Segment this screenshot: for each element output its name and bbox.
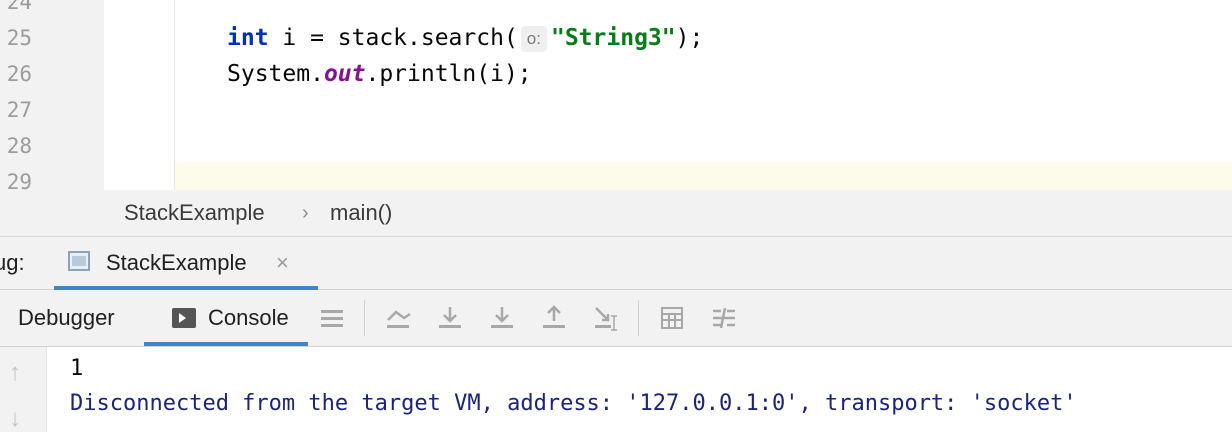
keyword-int: int [227, 25, 269, 51]
step-out-icon[interactable] [540, 304, 568, 332]
console-line: Disconnected from the target VM, address… [70, 391, 1077, 416]
tab-stackexample-session[interactable]: StackExample × [54, 237, 318, 290]
parameter-hint: o: [520, 26, 547, 52]
show-execution-point-icon[interactable] [384, 304, 412, 332]
step-over-icon[interactable] [436, 304, 464, 332]
string-literal: "String3" [550, 25, 676, 51]
code-line-26[interactable]: System.out.println(i); [227, 56, 532, 92]
evaluate-expression-icon[interactable] [658, 304, 686, 332]
breadcrumb-class[interactable]: StackExample [124, 190, 265, 236]
breadcrumb-method[interactable]: main() [330, 190, 392, 236]
editor-gutter[interactable]: 24 25 26 27 28 29 [0, 0, 104, 190]
code-text: System. [227, 61, 324, 87]
scroll-down-icon[interactable]: ↓ [9, 405, 21, 433]
selected-tab-indicator [144, 342, 308, 346]
fold-area [104, 0, 175, 190]
line-number: 28 [6, 134, 32, 158]
run-to-cursor-icon[interactable] [592, 304, 620, 332]
console-gutter: ↑ ↓ [0, 347, 47, 432]
menu-icon[interactable] [318, 304, 346, 332]
toolbar-separator [638, 300, 639, 336]
line-number: 27 [6, 98, 32, 122]
console-icon [172, 308, 196, 328]
breadcrumb-separator-icon: › [302, 202, 309, 224]
tab-console[interactable]: Console [208, 290, 289, 346]
code-line-25[interactable]: int i = stack.search(o: "String3"); [227, 20, 703, 56]
console-output[interactable]: ↑ ↓ 1 Disconnected from the target VM, a… [0, 347, 1232, 432]
code-text: i = stack.search( [268, 25, 518, 51]
code-text: .println(i); [365, 61, 532, 87]
breadcrumb: StackExample › main() [0, 190, 1232, 237]
debug-tool-window-label: ug: [0, 250, 25, 275]
code-editor[interactable]: 24 25 26 27 28 29 int i = stack.search(o… [0, 0, 1232, 190]
console-line: 1 [70, 356, 84, 381]
debug-session-icon [68, 251, 90, 271]
tab-debugger[interactable]: Debugger [18, 290, 115, 346]
toolbar-separator [364, 300, 365, 336]
trace-current-stream-icon[interactable] [710, 304, 738, 332]
close-icon[interactable]: × [276, 237, 289, 289]
current-line-highlight [104, 162, 1232, 190]
debug-tab-strip: ug: StackExample × [0, 237, 1232, 290]
code-text: ); [675, 25, 704, 51]
debugger-toolbar: Debugger Console [0, 290, 1232, 347]
line-number: 25 [6, 26, 32, 50]
session-tab-label: StackExample [106, 250, 247, 275]
step-into-icon[interactable] [488, 304, 516, 332]
line-number: 26 [6, 62, 32, 86]
static-field-out: out [323, 61, 366, 87]
line-number: 29 [6, 170, 32, 190]
line-number: 24 [6, 0, 32, 14]
scroll-up-icon[interactable]: ↑ [9, 359, 21, 387]
